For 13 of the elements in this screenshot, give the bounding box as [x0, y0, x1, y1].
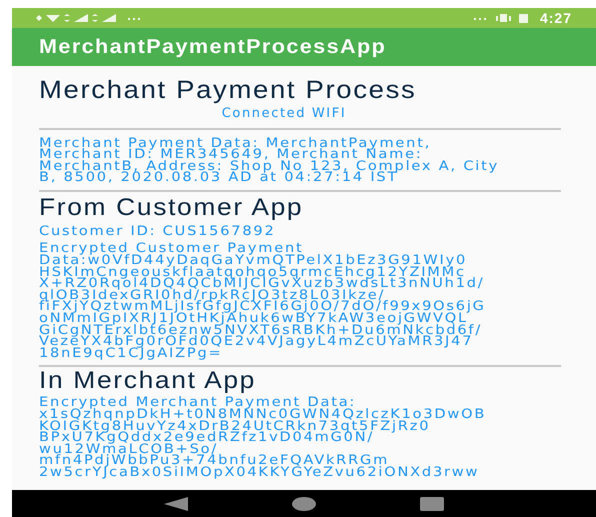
- section-title: From Customer App: [39, 196, 304, 220]
- back-icon[interactable]: [164, 496, 188, 510]
- page-title: Merchant Payment Process: [39, 78, 418, 102]
- customer-id-text: Customer ID: CUS1567892: [39, 226, 277, 238]
- recents-icon[interactable]: [420, 496, 444, 510]
- status-time: 4:27: [540, 8, 572, 28]
- merchant-data-text: Merchant Payment Data: MerchantPayment, Merchant ID: MER345649, Merchant Name: MerchantB, Address: Shop No 123, Complex A, City B, 8500, 2020.08.03 AD at 04:27:14 IST: [39, 138, 500, 184]
- home-icon[interactable]: [292, 496, 316, 510]
- encrypted-customer-data-text: Encrypted Customer Payment Data:w0VfD44yDaqGaYvmQTPelX1bEz3G91WIy0 HSKImCngeouskflaatqohqo5qrmcEhcg12YZIMMc X+RZ0Rqol4DQ4QCbMIJCIGvXuzb3wdsLt3nNUh1d/ qlOB3IdexGRI0hd/rpkRcJO3tz8L03Ikze/ fiFXjYQztwmMLjIsfGfgJCXFI6Gj0O/7dO/f99x9Os6jG oNMmIGpIXRJ1JOtHKjAhuk6wBY7kAW3eojGWVQL GiCgNTErxlbt6eznw5NVXT6sRBKh+Du6mNkcbd6f/ VezeYX4bFg0rOFd0QE2v4VJagyL4mZcUYaMR3J47 18nE9qC1CJgAIZPg=: [39, 243, 487, 360]
- app-title: MerchantPaymentProcessApp: [39, 35, 386, 60]
- connection-status: Connected WIFI: [222, 105, 346, 123]
- encrypted-merchant-data-text: Encrypted Merchant Payment Data: x1sQzhqnpDkH+t0N8MNNc0GWN4QzlczK1o3DwOB KOIGKtg8HuvYz4xDrB24UtCRkn73qt5FZjRz0 BPxU7KgQddx2e9edRZfz1vD04mG0N/ wu12WmaLCOB+So/ mfn4PdjWbbPu3+74bnfu2eFQAVkRRGm 2w5crYJcaBx0SiIMOpX04KKYGYeZvu62iONXd3rww: [39, 397, 488, 479]
- section-title: In Merchant App: [39, 369, 257, 394]
